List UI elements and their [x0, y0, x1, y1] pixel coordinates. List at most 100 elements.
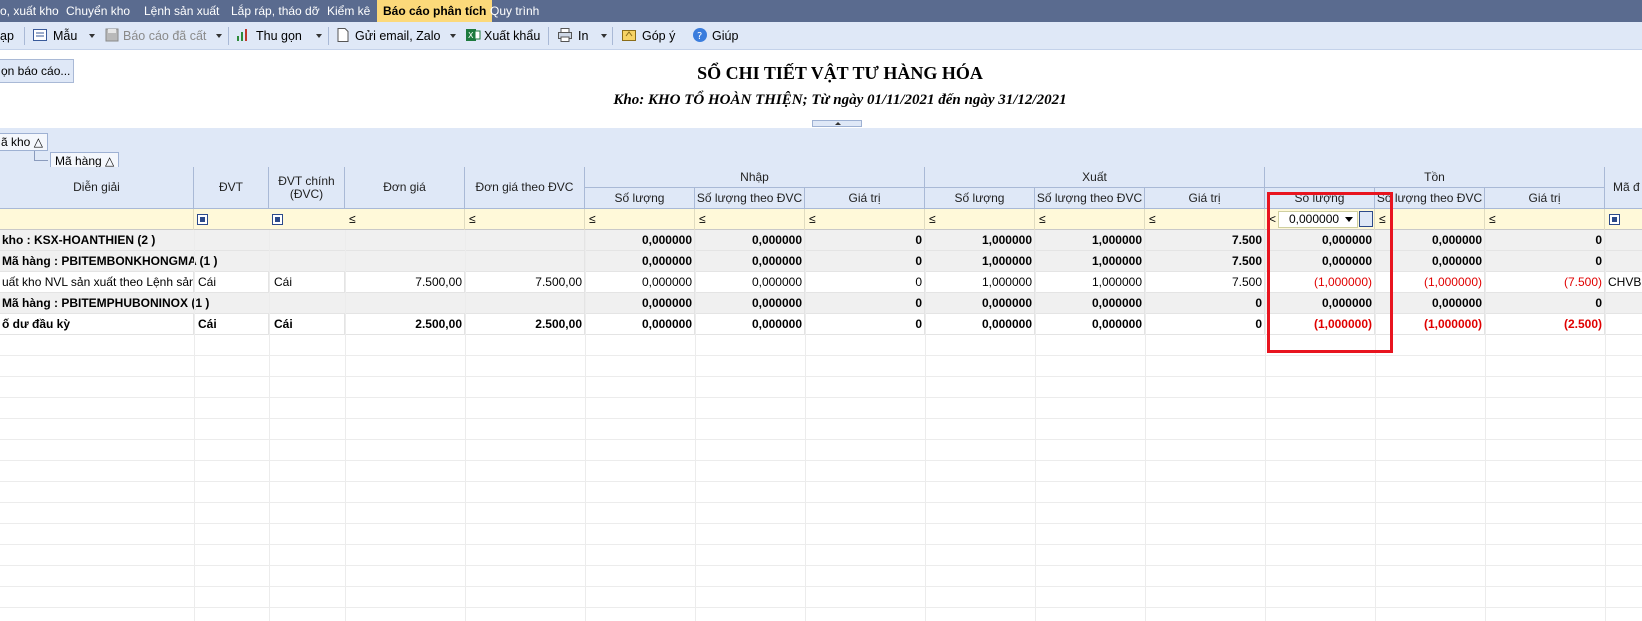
cell-import-qty-main: 0,000000	[695, 293, 805, 314]
filter-export-qty[interactable]: ≤	[925, 209, 1035, 230]
cell-export-qty-main: 0,000000	[1035, 314, 1145, 335]
empty-row	[0, 440, 1642, 461]
chevron-down-icon[interactable]	[450, 34, 456, 38]
col-export-value[interactable]: Giá trị	[1145, 188, 1265, 209]
empty-row	[0, 356, 1642, 377]
menu-item-stocktake[interactable]: Kiểm kê	[327, 0, 370, 22]
filter-import-qty-main[interactable]: ≤	[695, 209, 805, 230]
empty-row	[0, 587, 1642, 608]
table-row[interactable]: ố dư đầu kỳ Cái Cái 2.500,00 2.500,00 0,…	[0, 314, 1642, 335]
cell-description: Mã hàng : PBITEMBONKHONGMA (1 )	[0, 251, 585, 272]
group-chip-label: Mã hàng	[55, 154, 102, 168]
toolbar-separator	[612, 27, 613, 45]
excel-icon: X	[466, 29, 481, 41]
cell-code: CHVBB	[1605, 272, 1642, 293]
cell-export-qty-main: 0,000000	[1035, 293, 1145, 314]
grid-line	[465, 230, 466, 621]
saved-reports-button[interactable]: Báo cáo đã cất	[123, 22, 206, 50]
grid-line	[925, 230, 926, 621]
cell-import-qty: 0,000000	[585, 272, 695, 293]
filter-checkbox-unit[interactable]	[197, 214, 208, 225]
table-row[interactable]: kho : KSX-HOANTHIEN (2 ) 0,000000 0,0000…	[0, 230, 1642, 251]
chevron-down-icon[interactable]	[601, 34, 607, 38]
document-icon	[337, 28, 349, 42]
table-row[interactable]: uất kho NVL sản xuất theo Lệnh sản x Cái…	[0, 272, 1642, 293]
collapse-header-button[interactable]	[812, 120, 862, 127]
menu-item-import-export[interactable]: o, xuất kho	[0, 0, 59, 22]
filter-cell[interactable]	[0, 209, 194, 230]
col-export-qty[interactable]: Số lượng	[925, 188, 1035, 209]
grid-line	[805, 230, 806, 621]
cell-import-qty: 0,000000	[585, 293, 695, 314]
menu-item-transfer[interactable]: Chuyển kho	[66, 0, 130, 22]
chevron-down-icon[interactable]	[316, 34, 322, 38]
cell-import-qty-main: 0,000000	[695, 230, 805, 251]
send-email-button[interactable]: Gửi email, Zalo	[355, 22, 440, 50]
cell-export-value: 7.500	[1145, 251, 1265, 272]
col-unit[interactable]: ĐVT	[194, 167, 269, 209]
cell-import-qty: 0,000000	[585, 230, 695, 251]
filter-stock-value[interactable]: ≤	[1485, 209, 1605, 230]
filter-checkbox-main-unit[interactable]	[272, 214, 283, 225]
filter-unit-price-main[interactable]: ≤	[465, 209, 585, 230]
grid-line	[1265, 230, 1266, 621]
cell-description: kho : KSX-HOANTHIEN (2 )	[0, 230, 585, 251]
collapse-button[interactable]: Thu gọn	[256, 22, 302, 50]
cell-stock-value: 0	[1485, 293, 1605, 314]
cell-export-value: 0	[1145, 314, 1265, 335]
cell-export-qty-main: 1,000000	[1035, 230, 1145, 251]
col-main-unit[interactable]: ĐVT chính (ĐVC)	[269, 167, 345, 209]
filter-import-value[interactable]: ≤	[805, 209, 925, 230]
cell-export-value: 7.500	[1145, 272, 1265, 293]
export-button[interactable]: Xuất khẩu	[484, 22, 540, 50]
cell-import-qty: 0,000000	[585, 314, 695, 335]
help-button[interactable]: Giúp	[712, 22, 738, 50]
empty-row	[0, 377, 1642, 398]
col-export-qty-main[interactable]: Số lượng theo ĐVC	[1035, 188, 1145, 209]
chevron-down-icon[interactable]	[89, 34, 95, 38]
menu-item-reports[interactable]: Báo cáo phân tích	[377, 0, 493, 22]
filter-unit-price[interactable]: ≤	[345, 209, 465, 230]
cell-description: ố dư đầu kỳ	[0, 314, 194, 335]
cell-import-value: 0	[805, 251, 925, 272]
col-import-value[interactable]: Giá trị	[805, 188, 925, 209]
menu-item-workflow[interactable]: Quy trình	[490, 0, 539, 22]
col-description[interactable]: Diễn giải	[0, 167, 194, 209]
cell-stock-value: (7.500)	[1485, 272, 1605, 293]
menu-item-assembly[interactable]: Lắp ráp, tháo dỡ	[231, 0, 320, 22]
grid-line	[585, 230, 586, 621]
empty-row	[0, 545, 1642, 566]
cell-export-qty-main: 1,000000	[1035, 251, 1145, 272]
col-code[interactable]: Mã đ	[1605, 167, 1642, 209]
toolbar-item-first[interactable]: ạp	[0, 22, 14, 50]
col-import-qty[interactable]: Số lượng	[585, 188, 695, 209]
cell-export-qty: 1,000000	[925, 230, 1035, 251]
filter-checkbox-code[interactable]	[1609, 214, 1620, 225]
grid-line	[345, 230, 346, 621]
col-unit-price[interactable]: Đơn giá	[345, 167, 465, 209]
empty-row	[0, 524, 1642, 545]
template-icon	[33, 29, 47, 41]
cell-import-qty-main: 0,000000	[695, 314, 805, 335]
empty-row	[0, 482, 1642, 503]
cell-unit-price-main: 2.500,00	[465, 314, 585, 335]
report-options-button[interactable]: ọn báo cáo...	[0, 59, 74, 83]
col-import-qty-main[interactable]: Số lượng theo ĐVC	[695, 188, 805, 209]
table-row[interactable]: Mã hàng : PBITEMBONKHONGMA (1 ) 0,000000…	[0, 251, 1642, 272]
template-button[interactable]: Mẫu	[53, 22, 77, 50]
table-row[interactable]: Mã hàng : PBITEMPHUBONINOX (1 ) 0,000000…	[0, 293, 1642, 314]
chevron-down-icon[interactable]	[216, 34, 222, 38]
highlight-annotation	[1267, 192, 1393, 353]
feedback-button[interactable]: Góp ý	[642, 22, 675, 50]
filter-import-qty[interactable]: ≤	[585, 209, 695, 230]
print-button[interactable]: In	[578, 22, 588, 50]
filter-export-value[interactable]: ≤	[1145, 209, 1265, 230]
menu-item-production-order[interactable]: Lệnh sản xuất	[144, 0, 219, 22]
filter-export-qty-main[interactable]: ≤	[1035, 209, 1145, 230]
col-unit-price-main[interactable]: Đơn giá theo ĐVC	[465, 167, 585, 209]
svg-text:?: ?	[697, 31, 702, 42]
printer-icon	[558, 28, 572, 42]
group-chip-warehouse[interactable]: ã kho △	[0, 133, 48, 151]
grid-line	[194, 230, 195, 621]
col-stock-value[interactable]: Giá trị	[1485, 188, 1605, 209]
